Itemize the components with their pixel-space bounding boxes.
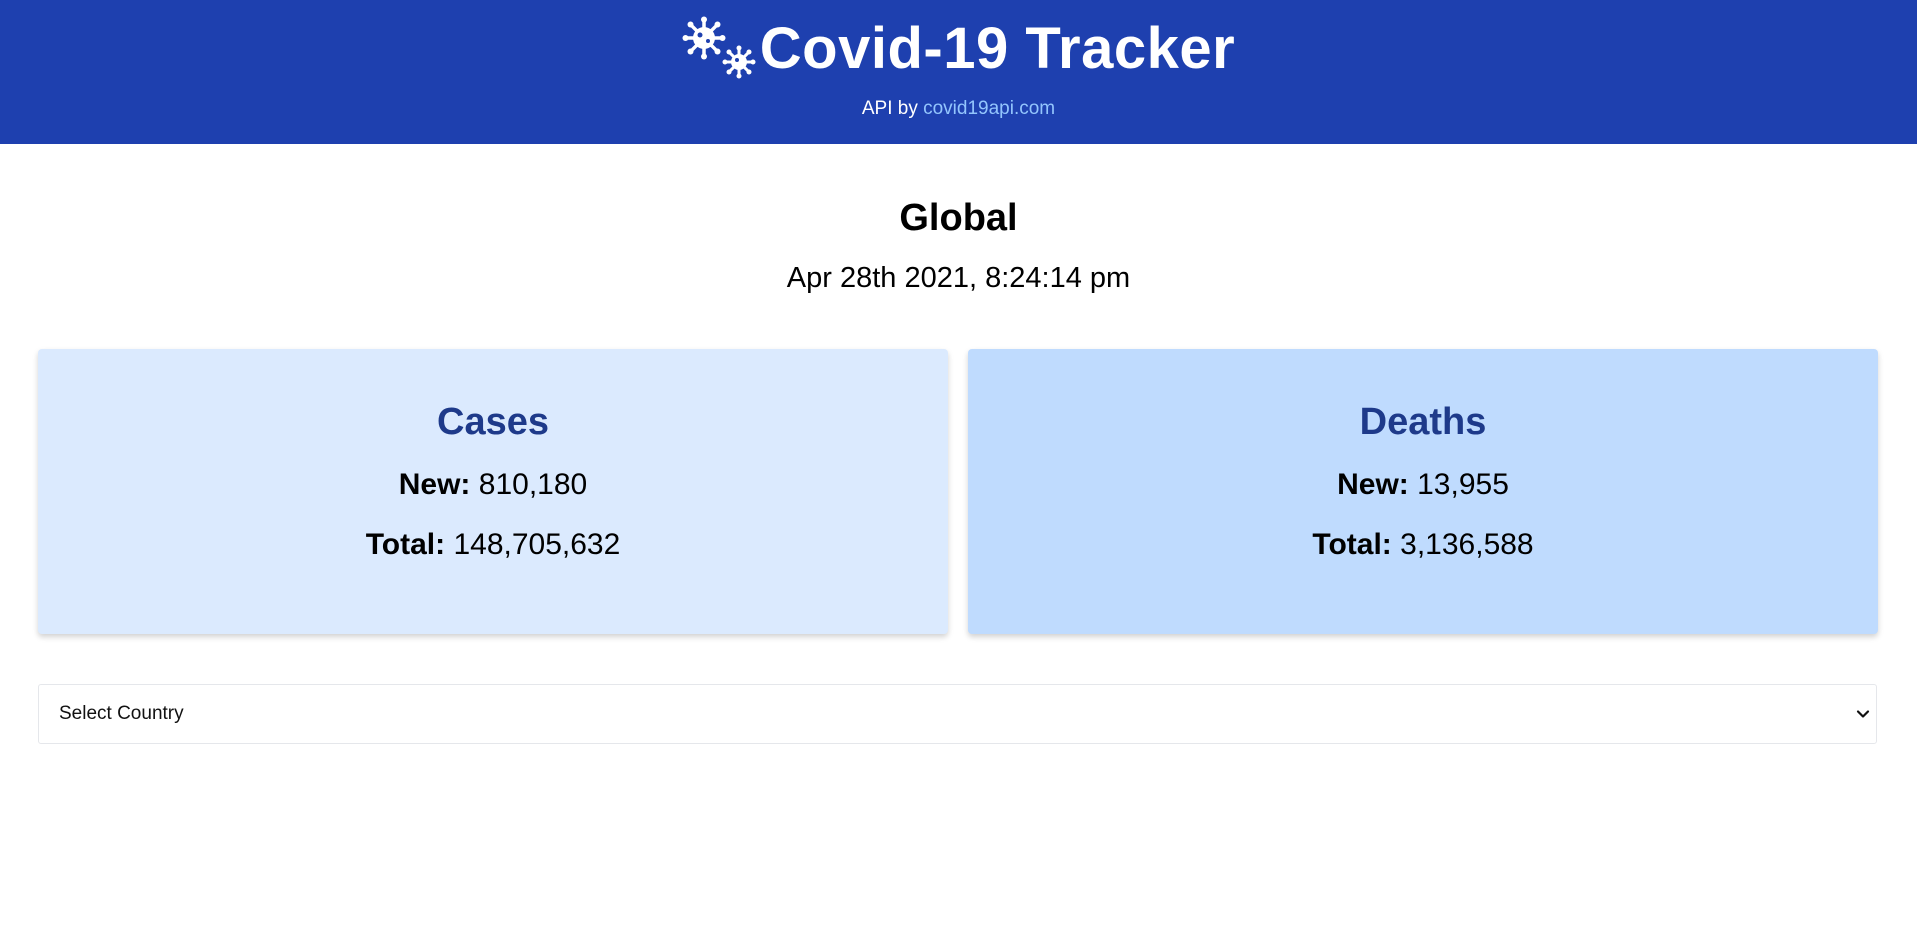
cases-total-value: 148,705,632 [453, 528, 621, 561]
country-select[interactable]: Select Country [38, 684, 1877, 744]
deaths-card: Deaths New: 13,955 Total: 3,136,588 [968, 349, 1878, 634]
header-title-row: Covid-19 Tracker [0, 14, 1917, 84]
deaths-total-value: 3,136,588 [1400, 528, 1534, 561]
cases-total-row: Total: 148,705,632 [38, 525, 948, 565]
deaths-total-label: Total: [1312, 528, 1392, 561]
cases-new-label: New: [398, 468, 471, 501]
cases-total-label: Total: [365, 528, 446, 561]
region-title: Global [899, 197, 1018, 239]
region-date: Apr 28th 2021, 8:24:14 pm [786, 262, 1131, 294]
app-title: Covid-19 Tracker [759, 16, 1236, 81]
site-header: Covid-19 Tracker API by covid19api.com [0, 0, 1917, 144]
chevron-down-icon [1856, 710, 1870, 718]
deaths-total-row: Total: 3,136,588 [968, 525, 1878, 565]
cases-card-title: Cases [437, 401, 549, 443]
cases-card: Cases New: 810,180 Total: 148,705,632 [38, 349, 948, 634]
deaths-new-value: 13,955 [1417, 468, 1509, 501]
api-link[interactable]: covid19api.com [923, 98, 1055, 119]
api-credit: API by covid19api.com [0, 96, 1917, 122]
virus-icon [682, 16, 756, 79]
deaths-new-row: New: 13,955 [968, 465, 1878, 505]
cases-new-row: New: 810,180 [38, 465, 948, 505]
deaths-new-label: New: [1337, 468, 1409, 501]
api-credit-prefix: API by [861, 98, 918, 119]
country-select-value: Select Country [59, 703, 184, 724]
deaths-card-title: Deaths [1359, 401, 1487, 443]
cases-new-value: 810,180 [478, 468, 588, 501]
